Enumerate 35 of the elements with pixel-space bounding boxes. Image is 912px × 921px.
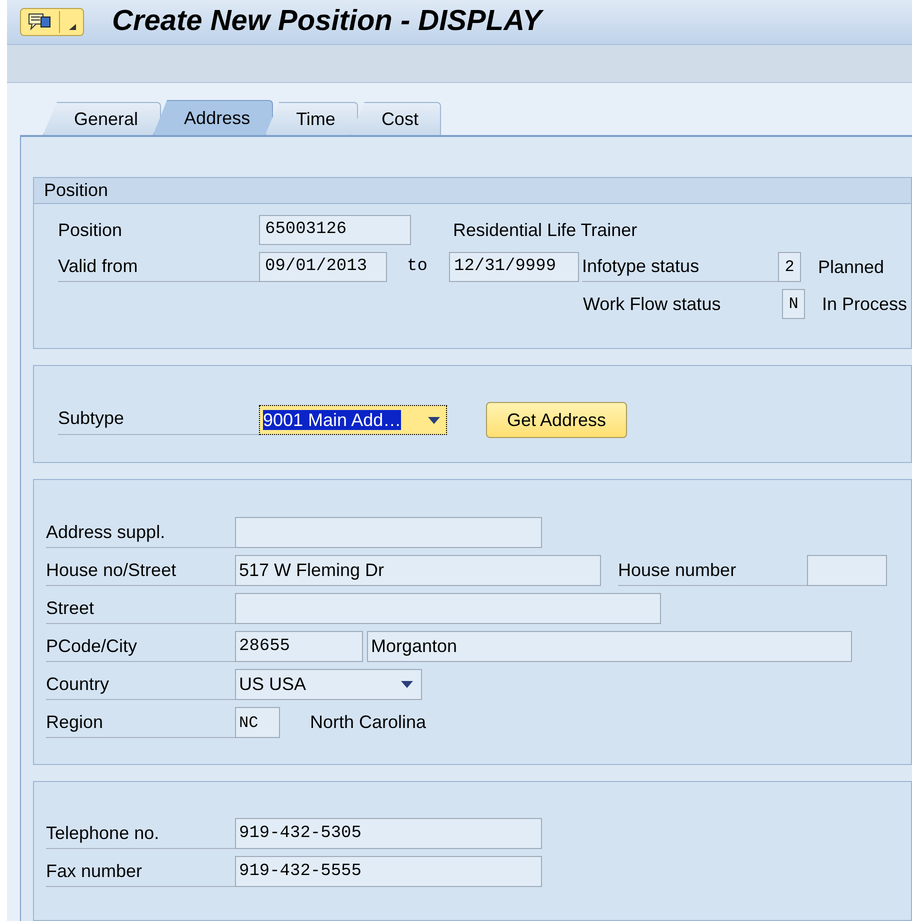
get-address-button[interactable]: Get Address (486, 402, 627, 438)
dropdown-arrow-icon (428, 416, 440, 424)
input-field[interactable]: 28655 (235, 631, 363, 662)
country-dropdown[interactable]: US USA (235, 669, 422, 700)
speech-bubble-icon (27, 12, 53, 32)
input-field[interactable]: 65003126 (259, 215, 411, 245)
to-label: to (407, 256, 428, 278)
tab[interactable]: Time (265, 102, 358, 135)
subtype-dropdown[interactable]: 9001 Main Add… (259, 405, 447, 435)
region-name: North Carolina (310, 711, 426, 734)
window-title: Create New Position - DISPLAY (112, 4, 542, 39)
status-text: In Process (822, 292, 908, 316)
input-field[interactable]: Morganton (367, 631, 852, 662)
field-label: Work Flow status (583, 292, 722, 316)
tab[interactable]: General (43, 102, 162, 135)
input-field[interactable]: 2 (778, 252, 801, 282)
input-field[interactable] (807, 555, 887, 586)
tab[interactable]: Cost (350, 102, 442, 135)
input-field[interactable]: 919-432-5305 (235, 818, 542, 849)
menu-button[interactable] (20, 8, 84, 36)
input-field[interactable] (235, 517, 542, 548)
input-field[interactable]: N (782, 289, 805, 319)
input-field[interactable]: NC (235, 707, 280, 738)
status-text: Planned (818, 256, 884, 278)
input-field[interactable] (235, 593, 661, 624)
dropdown-arrow-icon (401, 681, 413, 688)
input-field[interactable]: 517 W Fleming Dr (235, 555, 601, 586)
tab[interactable]: Address (153, 100, 274, 135)
group-header: Position (34, 178, 911, 204)
caret-icon (69, 24, 76, 30)
field-label: Position (58, 218, 124, 242)
input-field[interactable]: 09/01/2013 (259, 252, 387, 282)
input-field[interactable]: 12/31/9999 (449, 252, 579, 282)
input-field[interactable]: 919-432-5555 (235, 856, 542, 887)
position-name: Residential Life Trainer (453, 218, 638, 242)
